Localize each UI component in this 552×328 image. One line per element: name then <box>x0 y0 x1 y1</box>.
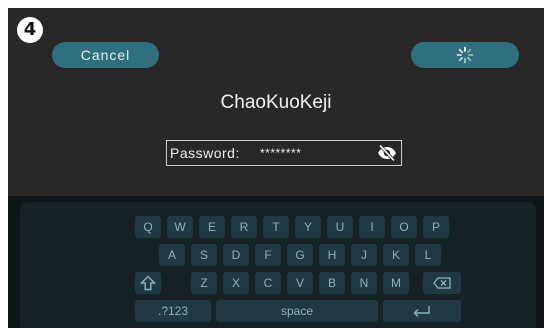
key-i[interactable]: I <box>359 216 385 238</box>
network-name: ChaoKuoKeji <box>220 92 332 113</box>
key-e[interactable]: E <box>199 216 225 238</box>
key-f[interactable]: F <box>255 244 281 266</box>
password-value: ******** <box>260 146 302 160</box>
key-o[interactable]: O <box>391 216 417 238</box>
on-screen-keyboard: QWERTYUIOP ASDFGHJKL ZXCVBNM .?123 space <box>8 196 544 328</box>
key-t[interactable]: T <box>263 216 289 238</box>
confirm-button[interactable] <box>411 42 519 68</box>
key-y[interactable]: Y <box>295 216 321 238</box>
shift-key[interactable] <box>135 272 161 294</box>
key-l[interactable]: L <box>415 244 441 266</box>
eye-slash-icon[interactable] <box>377 144 397 162</box>
backspace-key[interactable] <box>423 272 461 294</box>
key-q[interactable]: Q <box>135 216 161 238</box>
key-w[interactable]: W <box>167 216 193 238</box>
key-p[interactable]: P <box>423 216 449 238</box>
step-badge: 4 <box>17 17 43 43</box>
key-h[interactable]: H <box>319 244 345 266</box>
key-k[interactable]: K <box>383 244 409 266</box>
key-s[interactable]: S <box>191 244 217 266</box>
enter-key[interactable] <box>383 300 461 322</box>
key-d[interactable]: D <box>223 244 249 266</box>
cancel-button[interactable]: Cancel <box>52 42 159 68</box>
key-r[interactable]: R <box>231 216 257 238</box>
key-n[interactable]: N <box>351 272 377 294</box>
key-x[interactable]: X <box>223 272 249 294</box>
key-b[interactable]: B <box>319 272 345 294</box>
loading-spinner-icon <box>456 46 474 64</box>
key-m[interactable]: M <box>383 272 409 294</box>
key-z[interactable]: Z <box>191 272 217 294</box>
key-u[interactable]: U <box>327 216 353 238</box>
key-v[interactable]: V <box>287 272 313 294</box>
numeric-toggle-key[interactable]: .?123 <box>135 300 211 322</box>
keyboard-panel: QWERTYUIOP ASDFGHJKL ZXCVBNM .?123 space <box>20 202 536 328</box>
shift-arrow-icon <box>140 275 156 291</box>
key-a[interactable]: A <box>159 244 185 266</box>
key-g[interactable]: G <box>287 244 313 266</box>
device-screen: Cancel ChaoKuoKeji Password: ******** Q … <box>8 8 544 328</box>
password-field[interactable]: Password: ******** <box>166 140 402 166</box>
backspace-icon <box>433 277 451 289</box>
space-key[interactable]: space <box>216 300 378 322</box>
key-c[interactable]: C <box>255 272 281 294</box>
key-j[interactable]: J <box>351 244 377 266</box>
password-label: Password: <box>170 145 240 161</box>
enter-arrow-icon <box>413 306 430 317</box>
